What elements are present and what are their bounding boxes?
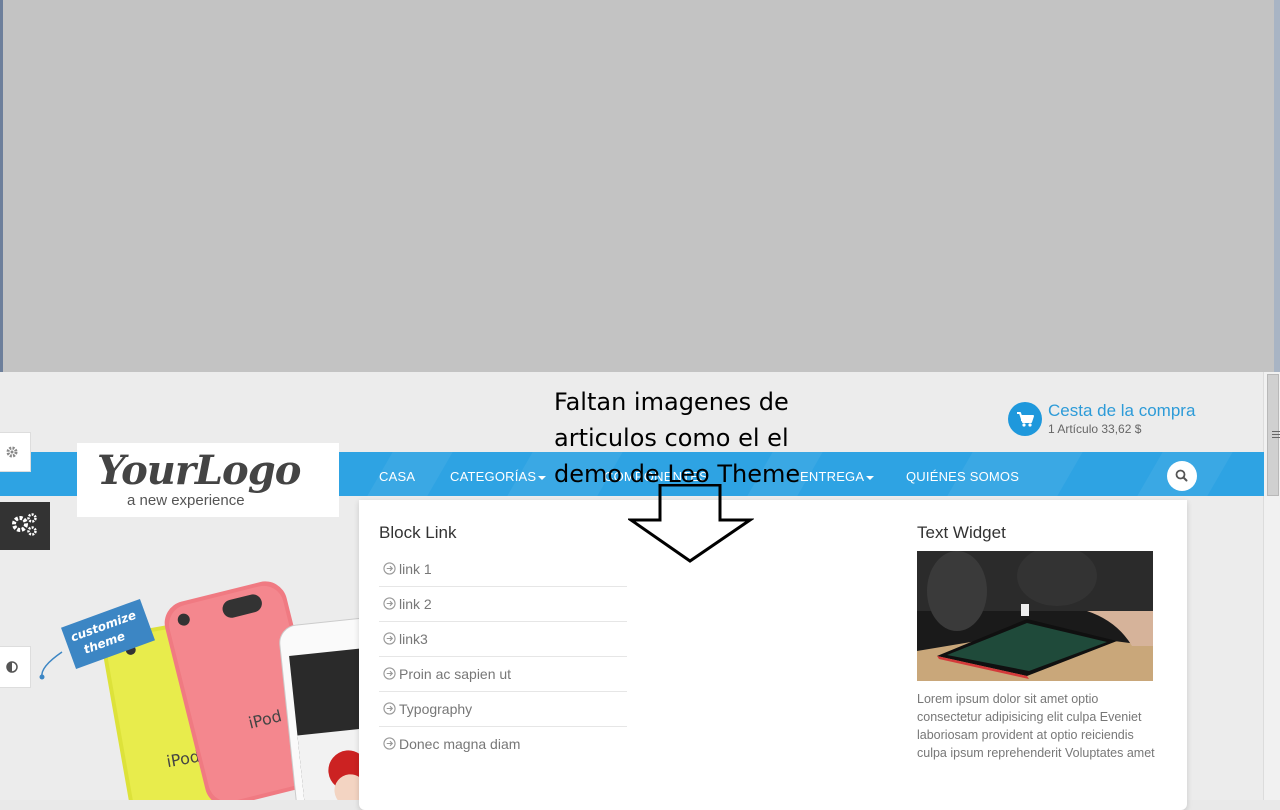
- chevron-down-icon: [538, 475, 547, 480]
- window-edge-left: [0, 0, 3, 372]
- arrow-right-circle-icon: [383, 597, 396, 610]
- list-item[interactable]: link 1: [379, 552, 627, 587]
- arrow-right-circle-icon: [383, 562, 396, 575]
- ipod-product-image: iPod iPod: [0, 517, 370, 800]
- search-icon: [1175, 469, 1188, 482]
- contrast-toggle[interactable]: [0, 646, 31, 688]
- vertical-scrollbar[interactable]: [1263, 372, 1280, 800]
- arrow-right-circle-icon: [383, 667, 396, 680]
- arrow-right-circle-icon: [383, 702, 396, 715]
- text-widget-body: Lorem ipsum dolor sit amet optio consect…: [917, 692, 1155, 760]
- window-edge-right: [1274, 0, 1280, 372]
- settings-toggle[interactable]: [0, 432, 31, 472]
- text-widget-image: [917, 551, 1153, 681]
- annotation-note: Faltan imagenes de articulos como el el …: [554, 388, 801, 488]
- contrast-icon: [6, 661, 18, 673]
- nav-item-categorias[interactable]: CATEGORÍAS: [450, 469, 547, 484]
- hero-slider[interactable]: iPod iPod: [0, 517, 370, 800]
- cart-icon: [1008, 402, 1042, 436]
- image-placeholder-area: [0, 0, 1280, 372]
- gear-icon: [6, 446, 18, 458]
- link-label[interactable]: link 2: [399, 596, 432, 612]
- cart-summary: 1 Artículo 33,62 $: [1048, 422, 1142, 436]
- arrow-right-circle-icon: [383, 632, 396, 645]
- link-label[interactable]: Proin ac sapien ut: [399, 666, 511, 682]
- link-label[interactable]: Typography: [399, 701, 472, 717]
- mega-menu-dropdown: Block Link link 1 link 2 link3 Proin ac …: [359, 500, 1187, 810]
- list-item[interactable]: Donec magna diam: [379, 727, 627, 761]
- arrow-down-icon: [628, 484, 754, 563]
- logo-tagline: a new experience: [127, 492, 245, 509]
- theme-customizer-button[interactable]: [0, 502, 50, 550]
- list-item[interactable]: Proin ac sapien ut: [379, 657, 627, 692]
- gears-icon: [12, 513, 37, 536]
- arrow-right-circle-icon: [383, 737, 396, 750]
- site-logo[interactable]: YourLogo a new experience: [77, 443, 339, 517]
- block-link-title: Block Link: [379, 523, 457, 542]
- link-label[interactable]: Donec magna diam: [399, 736, 520, 752]
- chevron-down-icon: [866, 475, 875, 480]
- text-widget-title: Text Widget: [917, 523, 1006, 542]
- list-item[interactable]: link3: [379, 622, 627, 657]
- list-item[interactable]: link 2: [379, 587, 627, 622]
- list-item[interactable]: Typography: [379, 692, 627, 727]
- search-button[interactable]: [1167, 461, 1197, 491]
- link-label[interactable]: link 1: [399, 561, 432, 577]
- cart-title[interactable]: Cesta de la compra: [1048, 401, 1195, 421]
- link-label[interactable]: link3: [399, 631, 428, 647]
- shopping-cart[interactable]: Cesta de la compra 1 Artículo 33,62 $: [1008, 400, 1208, 440]
- nav-item-casa[interactable]: CASA: [379, 469, 415, 484]
- scrollbar-thumb[interactable]: [1267, 374, 1280, 496]
- block-link-list: link 1 link 2 link3 Proin ac sapien ut T…: [379, 552, 627, 761]
- logo-text: YourLogo: [97, 447, 301, 494]
- nav-item-quienes-somos[interactable]: QUIÉNES SOMOS: [906, 469, 1019, 484]
